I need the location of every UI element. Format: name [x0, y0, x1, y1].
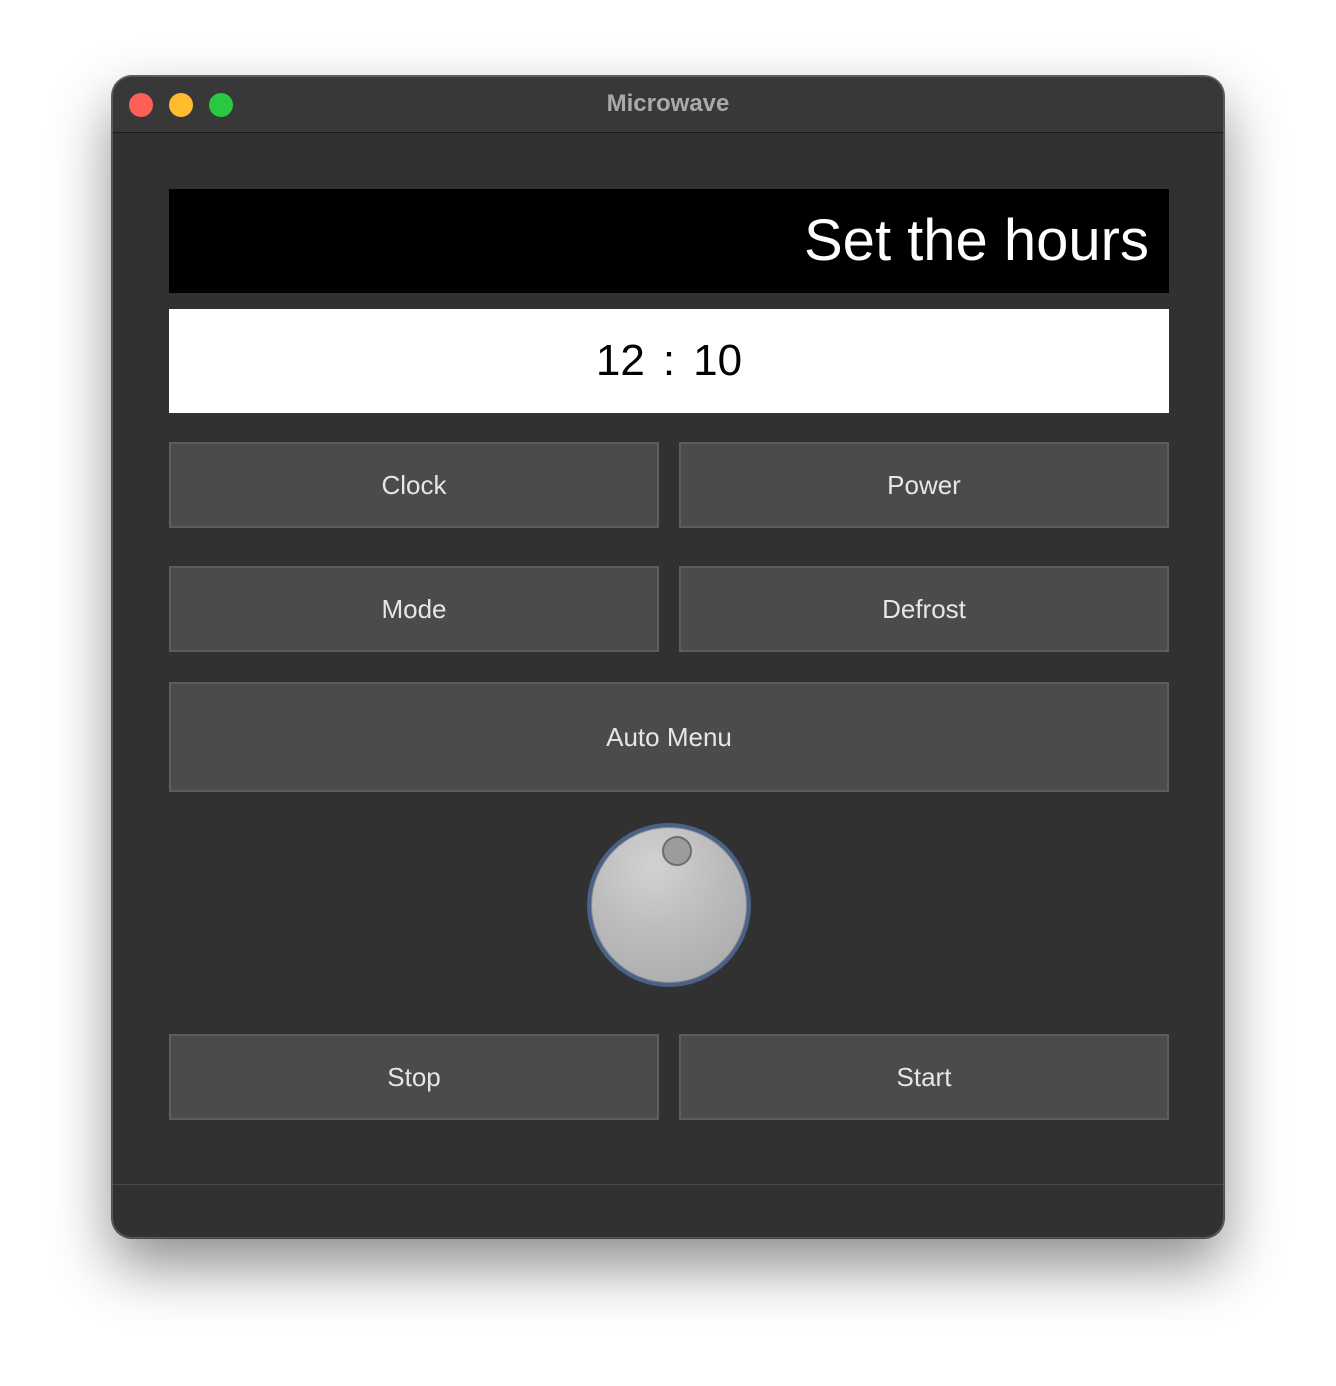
- microwave-window: Microwave Set the hours 12:10 Clock Powe…: [112, 76, 1224, 1238]
- clock-button[interactable]: Clock: [169, 442, 659, 528]
- auto-menu-button[interactable]: Auto Menu: [169, 682, 1169, 792]
- start-button[interactable]: Start: [679, 1034, 1169, 1120]
- time-display: 12:10: [169, 309, 1169, 413]
- stop-button[interactable]: Stop: [169, 1034, 659, 1120]
- hours-value: 12: [595, 336, 645, 385]
- status-bar-divider: [113, 1184, 1223, 1185]
- mode-button[interactable]: Mode: [169, 566, 659, 652]
- dial-indicator-dot: [662, 836, 692, 866]
- dial-knob[interactable]: [587, 823, 751, 987]
- window-title: Microwave: [606, 90, 730, 117]
- power-button[interactable]: Power: [679, 442, 1169, 528]
- minutes-value: 10: [693, 336, 743, 385]
- time-separator: :: [662, 336, 676, 385]
- defrost-button[interactable]: Defrost: [679, 566, 1169, 652]
- title-bar[interactable]: Microwave: [113, 77, 1223, 133]
- status-display: Set the hours: [169, 189, 1169, 293]
- dial-knob-face[interactable]: [591, 827, 747, 983]
